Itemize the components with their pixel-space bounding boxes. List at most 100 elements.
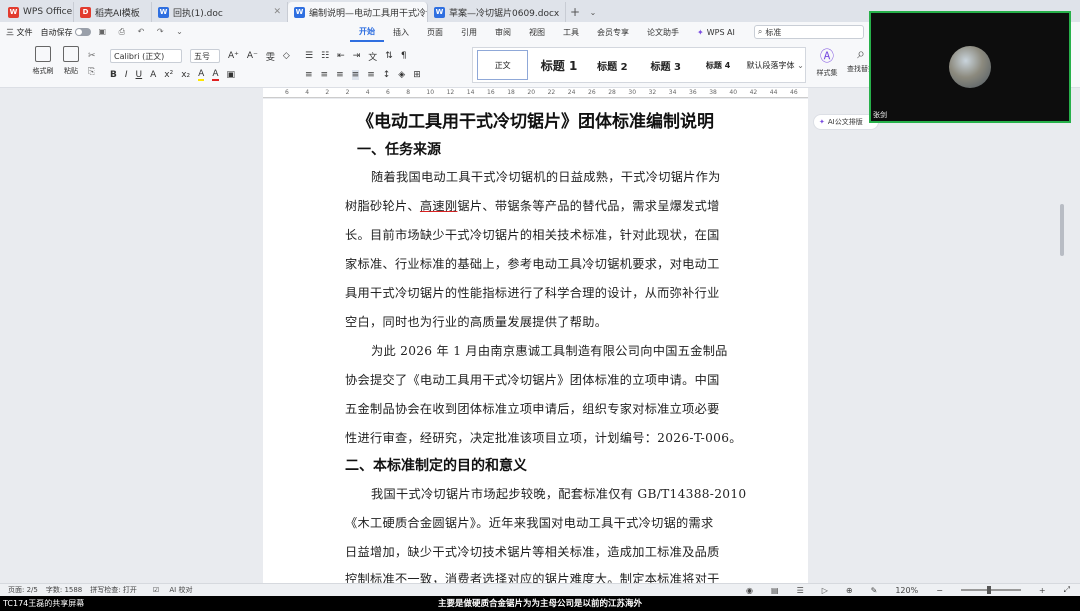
ruler-tick-label: 46 xyxy=(790,89,798,96)
paste-button[interactable]: 粘贴 xyxy=(56,46,86,76)
pen-icon[interactable]: ✎ xyxy=(871,586,878,595)
style-set-group: Ⓐ 样式集 xyxy=(812,46,842,78)
heading-task-source: 一、任务来源 xyxy=(357,142,441,158)
bullet-list-icon[interactable]: ☰ xyxy=(305,51,313,61)
file-menu-button[interactable]: 三 文件 xyxy=(6,27,33,38)
eye-icon[interactable]: ◉ xyxy=(746,586,753,595)
style-heading-1[interactable]: 标题 1 xyxy=(532,50,585,80)
justify-icon[interactable]: ≡ xyxy=(351,70,360,80)
search-icon: ⌕ xyxy=(757,27,763,36)
menu-tab-wps-ai[interactable]: ✦ WPS AI xyxy=(688,22,744,42)
paragraph-group: ☰ ☷ ⇤ ⇥ 文 ⇅ ¶ ≡ ≡ ≡ ≡ ≡ ↕ ◈ ⊞ xyxy=(305,48,421,83)
ruler-tick-label: 38 xyxy=(709,89,717,96)
page-count[interactable]: 页面: 2/5 xyxy=(8,585,38,595)
line-spacing-icon[interactable]: ↕ xyxy=(383,70,391,80)
ruler-tick-label: 10 xyxy=(426,89,435,96)
style-heading-4[interactable]: 标题 4 xyxy=(692,50,743,80)
video-call-window[interactable]: 张剑 xyxy=(869,11,1071,123)
format-painter-button[interactable]: 格式刷 xyxy=(28,46,58,76)
ai-check-status[interactable]: ☑ AI 校对 xyxy=(145,585,193,595)
styles-gallery: 正文 标题 1 标题 2 标题 3 标题 4 默认段落字体 ⌄ xyxy=(472,47,806,83)
zoom-level[interactable]: 120% xyxy=(895,586,918,595)
docer-logo-icon: D xyxy=(80,6,91,18)
clear-format-icon[interactable]: ◇ xyxy=(283,51,290,61)
menu-tab-page[interactable]: 页面 xyxy=(418,22,452,42)
spell-check-status[interactable]: 拼写检查: 打开 xyxy=(90,585,137,595)
menu-tab-member[interactable]: 会员专享 xyxy=(588,22,638,42)
menu-tab-home[interactable]: 开始 xyxy=(350,22,384,42)
highlight-icon[interactable]: A xyxy=(198,69,205,81)
menu-tab-insert[interactable]: 插入 xyxy=(384,22,418,42)
page-view-icon[interactable]: ▤ xyxy=(771,586,779,595)
style-default-paragraph-font[interactable]: 默认段落字体 xyxy=(744,50,797,80)
numbered-list-icon[interactable]: ☷ xyxy=(321,51,329,61)
font-color-icon[interactable]: A xyxy=(212,69,219,81)
distribute-icon[interactable]: ≡ xyxy=(367,70,375,80)
outdent-icon[interactable]: ⇤ xyxy=(337,51,345,61)
grow-font-icon[interactable]: A⁺ xyxy=(228,51,239,61)
close-icon[interactable]: ✕ xyxy=(559,7,565,17)
cut-icon[interactable]: ✂ xyxy=(88,48,96,64)
show-marks-icon[interactable]: ¶ xyxy=(401,51,407,61)
menu-tab-paper-assistant[interactable]: 论文助手 xyxy=(638,22,688,42)
chinese-layout-icon[interactable]: 文 xyxy=(368,50,377,63)
tab-docer-ai[interactable]: D 稻壳AI模板 xyxy=(74,2,152,22)
ruler-tick-label: 40 xyxy=(729,89,738,96)
tab-caoan[interactable]: W 草案—冷切锯片0609.docx ✕ xyxy=(428,2,566,22)
autosave-label[interactable]: 自动保存 xyxy=(41,27,91,38)
subscript-icon[interactable]: x₂ xyxy=(181,70,190,80)
ruler-tick-label: 4 xyxy=(305,89,310,96)
phonetic-icon[interactable]: 雯 xyxy=(266,50,275,63)
indent-icon[interactable]: ⇥ xyxy=(353,51,361,61)
spell-error-word[interactable]: 高速刚 xyxy=(420,199,457,213)
horizontal-ruler[interactable]: 6 4 2 2 4 6 8 10 12 14 16 18 20 22 24 26 28 30 32 34 36 38 40 4… xyxy=(263,88,808,98)
style-heading-2[interactable]: 标题 2 xyxy=(586,50,639,80)
italic-icon[interactable]: I xyxy=(125,70,128,80)
play-icon[interactable]: ▷ xyxy=(822,586,828,595)
clipboard-icon xyxy=(63,46,79,62)
sort-icon[interactable]: ⇅ xyxy=(385,51,393,61)
web-view-icon[interactable]: ⊕ xyxy=(846,586,853,595)
zoom-out-icon[interactable]: − xyxy=(936,586,943,595)
styles-expand-icon[interactable]: ⌄ xyxy=(797,61,805,70)
menu-tab-tools[interactable]: 工具 xyxy=(554,22,588,42)
menu-tab-review[interactable]: 审阅 xyxy=(486,22,520,42)
word-count[interactable]: 字数: 1588 xyxy=(46,585,82,595)
align-right-icon[interactable]: ≡ xyxy=(336,70,344,80)
font-size-select[interactable]: 五号 xyxy=(190,49,220,63)
style-normal[interactable]: 正文 xyxy=(477,50,529,80)
fit-icon[interactable]: ⤢ xyxy=(1064,585,1070,595)
tab-wps-office[interactable]: W WPS Office xyxy=(2,2,74,22)
shading-icon[interactable]: ◈ xyxy=(398,70,405,80)
para-line: 树脂砂轮片、高速刚锯片、带锯条等产品的替代品，需求呈爆发式增 xyxy=(345,199,720,213)
outline-view-icon[interactable]: ☰ xyxy=(797,586,804,595)
menu-tab-view[interactable]: 视图 xyxy=(520,22,554,42)
tab-bianzhi-shuoming[interactable]: W 编制说明—电动工具用干式冷切 ✕ xyxy=(288,2,428,22)
align-center-icon[interactable]: ≡ xyxy=(321,70,329,80)
search-input[interactable]: ⌕ 标准 xyxy=(753,25,864,39)
tab-huizhi[interactable]: W 回执(1).doc ✕ xyxy=(152,2,288,22)
superscript-icon[interactable]: x² xyxy=(164,70,173,80)
char-border-icon[interactable]: ▣ xyxy=(227,70,236,80)
vertical-scrollbar[interactable] xyxy=(1060,204,1064,256)
style-heading-3[interactable]: 标题 3 xyxy=(639,50,692,80)
para-line: 家标准、行业标准的基础上，参考电动工具冷切锯机要求，对电动工 xyxy=(345,257,720,271)
shrink-font-icon[interactable]: A⁻ xyxy=(247,51,258,61)
copy-icon[interactable]: ⎘ xyxy=(88,64,96,80)
zoom-slider[interactable] xyxy=(960,586,1021,594)
menu-tab-references[interactable]: 引用 xyxy=(452,22,486,42)
style-set-button[interactable]: Ⓐ 样式集 xyxy=(812,46,842,78)
document-page[interactable]: 《电动工具用干式冷切锯片》团体标准编制说明 一、任务来源 随着我国电动工具干式冷… xyxy=(263,99,808,583)
underline-icon[interactable]: U xyxy=(136,70,143,80)
close-icon[interactable]: ✕ xyxy=(267,7,281,17)
new-tab-button[interactable]: + xyxy=(566,2,584,22)
font-name-select[interactable]: Calibri (正文) xyxy=(110,49,182,63)
live-caption: 主要是做硬质合金锯片为为主母公司是以前的江苏海外 xyxy=(437,599,642,609)
zoom-in-icon[interactable]: + xyxy=(1039,586,1046,595)
bold-icon[interactable]: B xyxy=(110,70,117,80)
border-icon[interactable]: ⊞ xyxy=(413,70,421,80)
autosave-toggle[interactable] xyxy=(74,28,91,36)
chevron-down-icon[interactable]: ⌄ xyxy=(584,2,602,22)
align-left-icon[interactable]: ≡ xyxy=(305,70,313,80)
strikethrough-icon[interactable]: A xyxy=(150,70,156,80)
